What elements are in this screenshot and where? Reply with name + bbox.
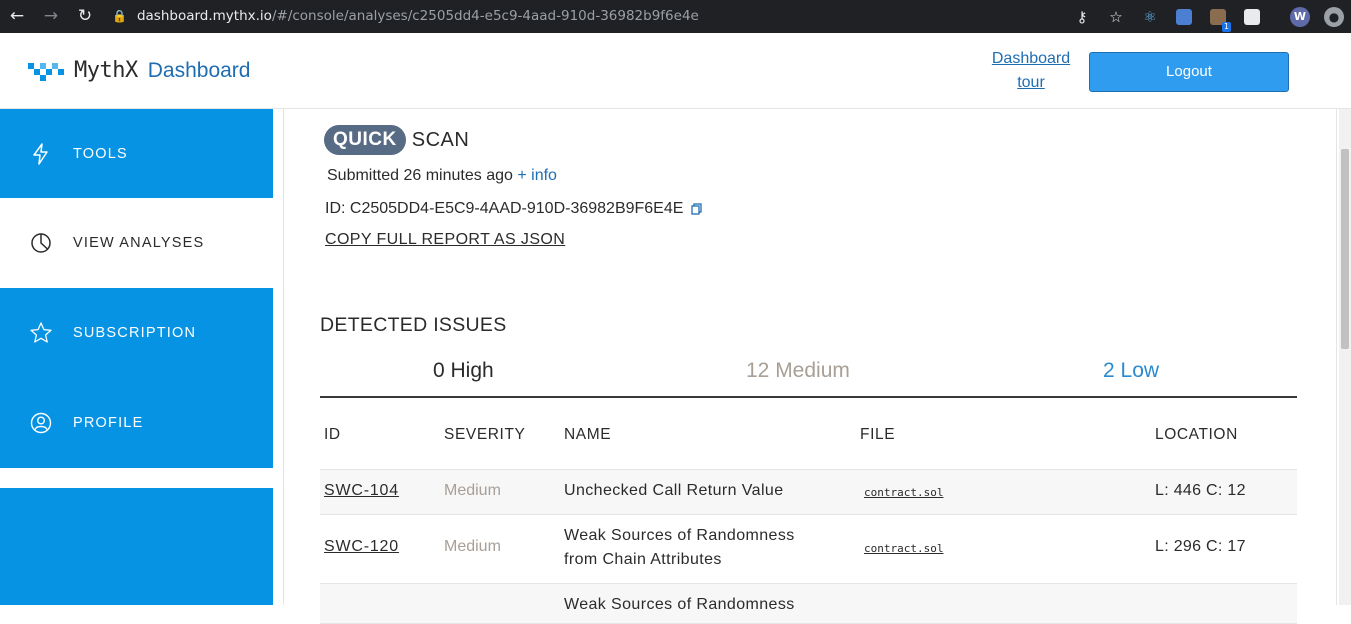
- sidebar-item-label: TOOLS: [73, 145, 128, 162]
- profile-avatar[interactable]: W: [1283, 6, 1317, 27]
- qr-code-icon[interactable]: [1235, 8, 1269, 26]
- table-row[interactable]: SWC-104 Medium Unchecked Call Return Val…: [320, 470, 1297, 515]
- issue-name: Weak Sources of Randomness from Chain At…: [564, 524, 795, 572]
- lock-icon: 🔒: [112, 9, 127, 23]
- tab-low[interactable]: 2 Low: [1103, 359, 1159, 383]
- back-arrow-icon[interactable]: ←: [0, 0, 34, 33]
- app-header: MythX Dashboard Dashboard tour Logout: [0, 33, 1351, 109]
- user-circle-icon: [30, 412, 52, 434]
- scan-type-label: SCAN: [411, 128, 470, 151]
- scan-title: QUICK SCAN: [324, 125, 469, 155]
- reload-icon[interactable]: ↻: [68, 0, 102, 33]
- tour-link-line2: tour: [1017, 74, 1045, 91]
- id-value: C2505DD4-E5C9-4AAD-910D-36982B9F6E4E: [349, 200, 684, 217]
- sidebar-background: [0, 488, 273, 605]
- issue-severity: Medium: [444, 538, 501, 555]
- sidebar-item-tools[interactable]: TOOLS: [0, 109, 273, 198]
- extension-badge: 1: [1221, 21, 1231, 32]
- column-header-location[interactable]: LOCATION: [1155, 426, 1238, 444]
- id-prefix: ID:: [325, 200, 346, 217]
- scan-mode-badge: QUICK: [324, 125, 406, 155]
- sidebar-item-label: SUBSCRIPTION: [73, 325, 197, 341]
- sidebar-item-view-analyses[interactable]: VIEW ANALYSES: [0, 198, 273, 288]
- issue-location: L: 446 C: 12: [1155, 482, 1246, 499]
- sidebar-item-label: PROFILE: [73, 415, 144, 431]
- sidebar-item-subscription[interactable]: SUBSCRIPTION: [0, 288, 273, 378]
- issue-severity: Medium: [444, 482, 501, 499]
- scrollbar-thumb[interactable]: [1341, 149, 1349, 349]
- lightning-icon: [33, 142, 48, 165]
- issue-name: Unchecked Call Return Value: [564, 482, 784, 499]
- sidebar-item-label: VIEW ANALYSES: [73, 235, 205, 251]
- url-path: /#/console/analyses/c2505dd4-e5c9-4aad-9…: [271, 8, 699, 24]
- key-icon[interactable]: ⚷: [1065, 8, 1099, 26]
- issue-name: Weak Sources of Randomness: [564, 596, 795, 613]
- mythx-logo-icon: [28, 62, 64, 81]
- react-devtools-icon[interactable]: ⚛: [1133, 8, 1167, 26]
- forward-arrow-icon[interactable]: →: [34, 0, 68, 33]
- dashboard-tour-link[interactable]: Dashboard tour: [986, 47, 1076, 95]
- tab-medium[interactable]: 12 Medium: [746, 359, 850, 383]
- url-host: dashboard.mythx.io: [136, 8, 272, 24]
- star-icon: [30, 322, 52, 343]
- sidebar: TOOLS VIEW ANALYSES SUBSCRIPTION PROFILE: [0, 109, 273, 605]
- browser-toolbar: ← → ↻ 🔒 dashboard.mythx.io/#/console/ana…: [0, 0, 1351, 33]
- sidebar-item-profile[interactable]: PROFILE: [0, 378, 273, 468]
- severity-tabs: 0 High 12 Medium 2 Low: [320, 353, 1297, 398]
- issue-name-line2: from Chain Attributes: [564, 551, 722, 568]
- analysis-id: ID: C2505DD4-E5C9-4AAD-910D-36982B9F6E4E: [325, 200, 703, 218]
- page-scrollbar[interactable]: [1339, 109, 1351, 605]
- column-header-severity[interactable]: SEVERITY: [444, 426, 525, 444]
- tab-high[interactable]: 0 High: [433, 359, 494, 383]
- address-bar[interactable]: 🔒 dashboard.mythx.io/#/console/analyses/…: [104, 4, 1044, 28]
- pie-chart-icon: [31, 233, 51, 253]
- extension-check-icon[interactable]: [1167, 8, 1201, 26]
- issue-name-line1: Weak Sources of Randomness: [564, 527, 795, 544]
- logo-subtitle: Dashboard: [147, 58, 251, 82]
- metamask-extension-icon[interactable]: 1: [1201, 8, 1235, 32]
- issue-id-link[interactable]: SWC-104: [324, 482, 399, 500]
- issue-location: L: 296 C: 17: [1155, 538, 1246, 555]
- table-row[interactable]: Weak Sources of Randomness: [320, 584, 1297, 624]
- tour-link-line1: Dashboard: [991, 50, 1071, 67]
- column-header-id[interactable]: ID: [324, 426, 341, 444]
- submitted-text: Submitted 26 minutes ago: [327, 167, 513, 184]
- account-icon[interactable]: ●: [1317, 6, 1351, 27]
- bookmark-star-icon[interactable]: ☆: [1099, 8, 1133, 26]
- table-row[interactable]: SWC-120 Medium Weak Sources of Randomnes…: [320, 515, 1297, 584]
- logout-button[interactable]: Logout: [1089, 52, 1289, 92]
- info-link[interactable]: + info: [517, 167, 557, 184]
- column-header-name[interactable]: NAME: [564, 426, 611, 444]
- copy-icon[interactable]: [691, 203, 703, 215]
- submitted-time: Submitted 26 minutes ago + info: [327, 167, 557, 185]
- issue-file-link[interactable]: contract.sol: [864, 486, 943, 499]
- detected-issues-heading: DETECTED ISSUES: [320, 314, 507, 336]
- issue-id-link[interactable]: SWC-120: [324, 538, 399, 556]
- column-header-file[interactable]: FILE: [860, 426, 895, 444]
- copy-report-json-link[interactable]: COPY FULL REPORT AS JSON: [325, 231, 565, 249]
- issue-file-link[interactable]: contract.sol: [864, 542, 943, 555]
- table-header: ID SEVERITY NAME FILE LOCATION: [320, 408, 1297, 470]
- analysis-detail-panel: QUICK SCAN Submitted 26 minutes ago + in…: [283, 109, 1337, 624]
- logo-text: MythX: [74, 58, 138, 83]
- mythx-logo[interactable]: MythX Dashboard: [28, 58, 250, 83]
- issues-table: ID SEVERITY NAME FILE LOCATION SWC-104 M…: [320, 408, 1297, 624]
